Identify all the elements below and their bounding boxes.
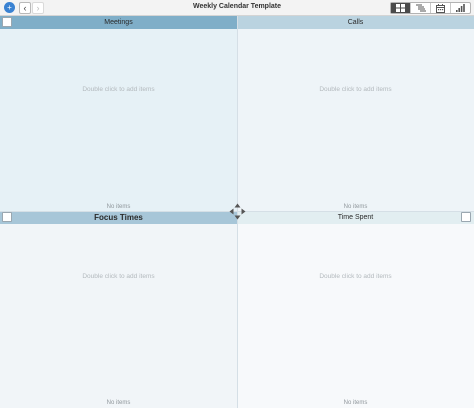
quadrant-checkbox[interactable] (2, 212, 12, 222)
view-switcher (390, 2, 471, 14)
grid-view-icon (396, 4, 405, 12)
calendar-view-icon (436, 3, 445, 13)
calendar-view-button[interactable] (431, 3, 451, 13)
quadrant-drop-area[interactable]: Double click to add items No items (0, 29, 237, 211)
quadrant-title: Calls (237, 16, 474, 29)
quadrant-title: Focus Times (0, 211, 237, 224)
add-items-hint: Double click to add items (82, 273, 155, 280)
quadrant-focus-times[interactable]: Focus Times Double click to add items No… (0, 211, 237, 408)
grid-view-button[interactable] (391, 3, 411, 13)
outline-view-icon (415, 4, 426, 12)
outline-view-button[interactable] (411, 3, 431, 13)
quadrant-time-spent[interactable]: Time Spent Double click to add items No … (237, 211, 474, 408)
quadrant-drop-area[interactable]: Double click to add items No items (0, 224, 237, 408)
chart-view-icon (456, 4, 465, 12)
empty-state-label: No items (106, 400, 131, 406)
quadrant-checkbox[interactable] (2, 17, 12, 27)
empty-state-label: No items (106, 204, 131, 210)
quadrant-title: Meetings (0, 16, 237, 29)
add-items-hint: Double click to add items (319, 86, 392, 93)
quadrant-calls[interactable]: Calls Double click to add items No items (237, 16, 474, 211)
chart-view-button[interactable] (451, 3, 470, 13)
quadrant-meetings[interactable]: Meetings Double click to add items No it… (0, 16, 237, 211)
quadrant-drop-area[interactable]: Double click to add items No items (237, 29, 474, 211)
resize-handle[interactable] (229, 203, 246, 220)
empty-state-label: No items (343, 204, 368, 210)
move-arrows-icon (229, 203, 246, 220)
empty-state-label: No items (343, 400, 368, 406)
toolbar: + ‹ › Weekly Calendar Template (0, 0, 474, 16)
quadrant-checkbox[interactable] (461, 212, 471, 222)
quadrant-title: Time Spent (237, 211, 474, 224)
quadrant-drop-area[interactable]: Double click to add items No items (237, 224, 474, 408)
add-items-hint: Double click to add items (319, 273, 392, 280)
add-items-hint: Double click to add items (82, 86, 155, 93)
